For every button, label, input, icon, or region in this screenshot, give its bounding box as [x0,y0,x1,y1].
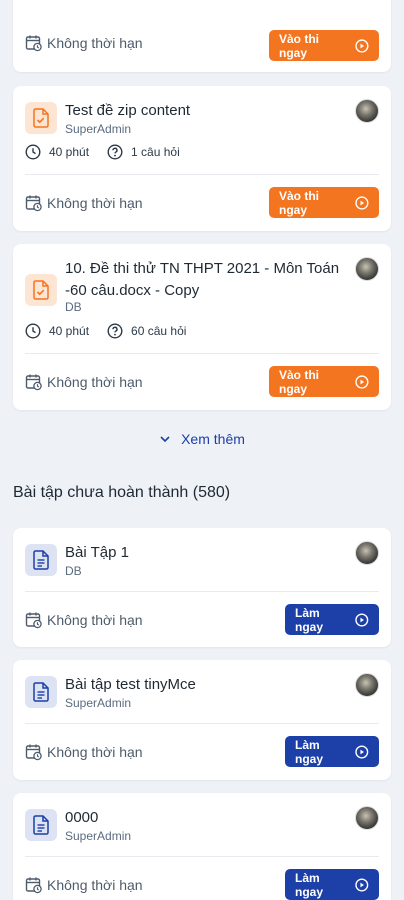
deadline-text: Không thời hạn [47,612,143,628]
section-title: Bài tập chưa hoàn thành (580) [13,484,231,501]
avatar [355,257,379,281]
do-now-button[interactable]: Làm ngay [285,604,379,635]
see-more-label: Xem thêm [181,431,245,447]
divider [25,353,379,354]
assignment-title[interactable]: Bài Tập 1 [65,542,343,563]
button-label: Vào thi ngay [279,367,320,396]
start-exam-button[interactable]: Vào thi ngay [269,30,379,61]
author: SuperAdmin [65,829,132,843]
document-lines-icon [25,544,57,576]
deadline: Không thời hạn [25,743,143,761]
avatar [355,673,379,697]
exam-card-partial: Không thời hạn Vào thi ngay [13,0,391,72]
start-exam-button[interactable]: Vào thi ngay [269,187,379,218]
author: SuperAdmin [65,122,132,136]
question-count: 1 câu hỏi [107,144,180,160]
calendar-clock-icon [25,195,42,212]
button-label: Vào thi ngay [279,31,320,60]
avatar [355,806,379,830]
divider [25,856,379,857]
exam-meta: 40 phút 1 câu hỏi [25,144,198,160]
duration: 40 phút [25,144,89,160]
play-circle-icon [355,877,369,892]
assignment-title[interactable]: 0000 [65,807,343,828]
deadline: Không thời hạn [25,611,143,629]
avatar [355,99,379,123]
calendar-clock-icon [25,877,42,894]
deadline-text: Không thời hạn [47,744,143,760]
question-circle-icon [107,323,123,339]
do-now-button[interactable]: Làm ngay [285,869,379,900]
divider [25,723,379,724]
author: DB [65,300,82,314]
document-check-icon [25,102,57,134]
document-lines-icon [25,809,57,841]
author: SuperAdmin [65,696,132,710]
play-circle-icon [355,38,369,53]
duration-text: 40 phút [49,145,90,159]
exam-card[interactable]: Test đề zip content SuperAdmin 40 phút 1… [13,86,391,231]
duration-text: 40 phút [49,324,90,338]
button-label: Vào thi ngay [279,188,320,217]
calendar-clock-icon [25,35,42,52]
questions-text: 1 câu hỏi [131,145,180,159]
assignment-card[interactable]: Bài Tập 1 DB Không thời hạn Làm ngay [13,528,391,647]
deadline-text: Không thời hạn [47,374,143,390]
play-circle-icon [355,195,369,210]
chevron-down-icon [160,436,170,443]
assignment-title[interactable]: Bài tập test tinyMce [65,674,343,695]
document-lines-icon [25,676,57,708]
play-circle-icon [355,374,369,389]
author: DB [65,564,82,578]
button-label: Làm ngay [295,605,324,634]
duration: 40 phút [25,323,89,339]
questions-text: 60 câu hỏi [131,324,187,338]
deadline-text: Không thời hạn [47,195,143,211]
deadline: Không thời hạn [25,34,143,52]
see-more-link[interactable]: Xem thêm [0,431,404,447]
do-now-button[interactable]: Làm ngay [285,736,379,767]
deadline: Không thời hạn [25,194,143,212]
question-circle-icon [107,144,123,160]
question-count: 60 câu hỏi [107,323,186,339]
divider [25,591,379,592]
clock-icon [25,144,41,160]
calendar-clock-icon [25,374,42,391]
exam-title[interactable]: Test đề zip content [65,100,343,121]
button-label: Làm ngay [295,737,324,766]
deadline: Không thời hạn [25,876,143,894]
button-label: Làm ngay [295,870,324,899]
start-exam-button[interactable]: Vào thi ngay [269,366,379,397]
exam-meta: 40 phút 60 câu hỏi [25,323,204,339]
clock-icon [25,323,41,339]
assignment-card[interactable]: 0000 SuperAdmin Không thời hạn Làm ngay [13,793,391,900]
calendar-clock-icon [25,612,42,629]
deadline-text: Không thời hạn [47,35,143,51]
document-check-icon [25,274,57,306]
exam-title[interactable]: 10. Đề thi thử TN THPT 2021 - Môn Toán -… [65,258,343,302]
calendar-clock-icon [25,744,42,761]
play-circle-icon [355,612,369,627]
assignment-card[interactable]: Bài tập test tinyMce SuperAdmin Không th… [13,660,391,780]
deadline: Không thời hạn [25,373,143,391]
play-circle-icon [355,744,369,759]
exam-card[interactable]: 10. Đề thi thử TN THPT 2021 - Môn Toán -… [13,244,391,410]
avatar [355,541,379,565]
deadline-text: Không thời hạn [47,877,143,893]
divider [25,174,379,175]
